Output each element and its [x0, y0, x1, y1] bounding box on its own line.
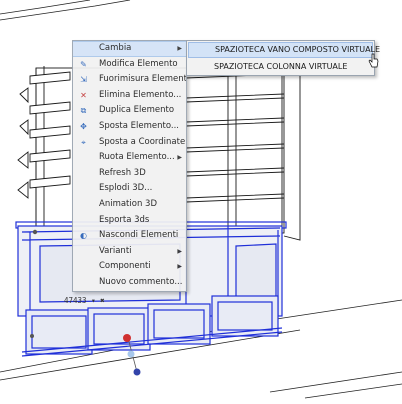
- context-menu-item-componenti[interactable]: Componenti ▶: [73, 259, 186, 275]
- submenu-item-1[interactable]: SPAZIOTECA VANO COMPOSTO VIRTUALE: [188, 42, 380, 58]
- submenu-item-2[interactable]: SPAZIOTECA COLONNA VIRTUALE: [187, 59, 374, 75]
- context-menu-item-fuorimisura-elemento[interactable]: ⇲ Fuorimisura Elemento: [73, 72, 186, 88]
- context-menu-item-nascondi-elementi[interactable]: ◐ Nascondi Elementi: [73, 228, 186, 244]
- context-menu-item-sposta-a-coordinate[interactable]: ⌖ Sposta a Coordinate...: [73, 135, 186, 151]
- move-coordinates-icon: ⌖: [81, 137, 86, 147]
- context-menu-item-varianti[interactable]: Varianti ▶: [73, 244, 186, 260]
- submenu-arrow-icon: ▶: [177, 45, 182, 52]
- menu-item-label: Componenti: [99, 261, 151, 272]
- context-menu-item-ruota-elemento[interactable]: Ruota Elemento... ▶: [73, 150, 186, 166]
- change-submenu: SPAZIOTECA VANO COMPOSTO VIRTUALE SPAZIOT…: [186, 40, 380, 76]
- menu-item-label: Esplodi 3D...: [99, 183, 153, 194]
- duplicate-element-icon: ⧉: [80, 106, 87, 116]
- submenu-arrow-icon: ▶: [177, 154, 182, 162]
- menu-item-label: Refresh 3D: [99, 167, 146, 178]
- dimension-label: 47433 ▾ ✖: [64, 296, 105, 305]
- menu-item-label: Ruota Elemento...: [99, 152, 175, 163]
- menu-item-label: Nascondi Elementi: [99, 230, 179, 241]
- context-menu-item-duplica-elemento[interactable]: ⧉ Duplica Elemento: [73, 103, 186, 119]
- menu-item-label: Modifica Elemento: [99, 58, 178, 69]
- pivot-handle[interactable]: [133, 368, 141, 376]
- rotate-handle[interactable]: [123, 334, 131, 342]
- menu-item-label: Animation 3D: [99, 198, 157, 209]
- menu-item-label: Varianti: [99, 245, 132, 256]
- menu-item-label: Esporta 3ds: [99, 214, 150, 225]
- menu-item-label: Cambia: [99, 43, 132, 53]
- context-menu-item-cambia[interactable]: Cambia ▶: [73, 41, 186, 57]
- delete-element-icon: ✕: [80, 90, 87, 100]
- move-element-icon: ✥: [80, 121, 87, 131]
- context-menu-item-elimina-elemento[interactable]: ✕ Elimina Elemento...: [73, 88, 186, 104]
- edit-element-icon: ✎: [80, 59, 87, 69]
- move-handle[interactable]: [127, 350, 135, 358]
- mouse-cursor-icon: [368, 53, 379, 68]
- menu-item-label: Fuorimisura Elemento: [99, 74, 186, 85]
- edge-handle[interactable]: [30, 334, 34, 338]
- submenu-arrow-icon: ▶: [177, 263, 182, 271]
- menu-item-label: Sposta Elemento...: [99, 120, 180, 131]
- context-menu-item-animation-3d[interactable]: Animation 3D: [73, 197, 186, 213]
- context-menu: Cambia ▶ ✎ Modifica Elemento ⇲ Fuorimisura El…: [72, 40, 187, 292]
- context-menu-item-modifica-elemento[interactable]: ✎ Modifica Elemento: [73, 57, 186, 73]
- submenu-arrow-icon: ▶: [177, 247, 182, 255]
- corner-handle[interactable]: [32, 229, 38, 235]
- menu-item-label: Sposta a Coordinate...: [99, 136, 186, 147]
- context-menu-item-esporta-3ds[interactable]: Esporta 3ds: [73, 213, 186, 229]
- menu-item-label: Duplica Elemento: [99, 105, 175, 116]
- menu-item-label: Nuovo commento...: [99, 276, 183, 287]
- context-menu-item-refresh-3d[interactable]: Refresh 3D: [73, 166, 186, 182]
- context-menu-item-esplodi-3d[interactable]: Esplodi 3D...: [73, 181, 186, 197]
- resize-element-icon: ⇲: [80, 75, 87, 85]
- context-menu-item-nuovo-commento[interactable]: Nuovo commento...: [73, 275, 186, 291]
- menu-item-label: Elimina Elemento...: [99, 89, 182, 100]
- hide-elements-icon: ◐: [80, 231, 87, 241]
- context-menu-item-sposta-elemento[interactable]: ✥ Sposta Elemento...: [73, 119, 186, 135]
